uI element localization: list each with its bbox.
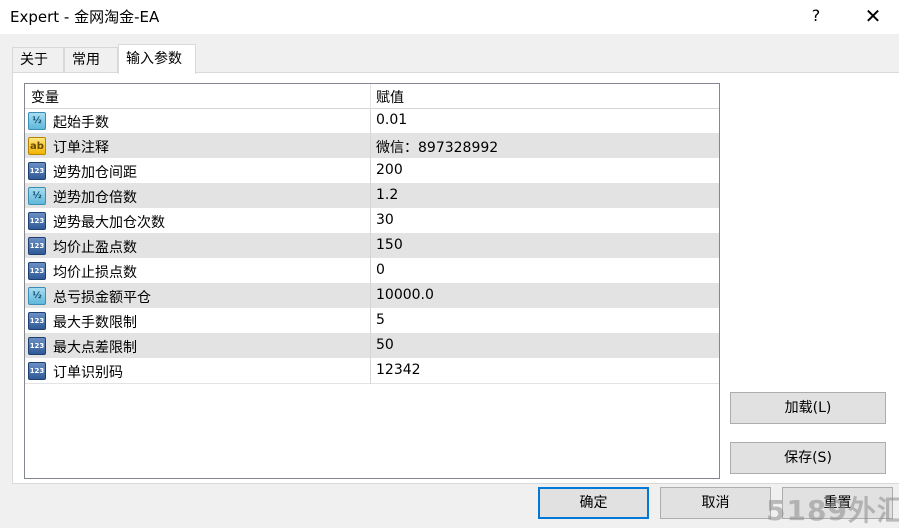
fraction-icon: ½	[28, 187, 46, 205]
parameter-value[interactable]: 10000.0	[376, 287, 434, 303]
column-divider	[370, 284, 371, 309]
tab-inputs[interactable]: 输入参数	[118, 44, 196, 74]
parameter-value[interactable]: 微信：897328992	[376, 137, 498, 157]
table-row[interactable]: ½ 总亏损金额平仓 10000.0	[25, 284, 719, 309]
column-divider	[370, 234, 371, 259]
window-title: Expert - 金网淘金-EA	[10, 8, 160, 26]
parameter-name: 订单识别码	[53, 365, 123, 381]
integer-icon: 123	[28, 337, 46, 355]
table-row[interactable]: ½ 逆势加仓倍数 1.2	[25, 184, 719, 209]
column-divider	[370, 359, 371, 384]
parameter-name: 最大手数限制	[53, 315, 137, 331]
column-divider	[370, 134, 371, 159]
column-divider	[370, 109, 371, 134]
column-divider	[370, 209, 371, 234]
table-row[interactable]: 123 均价止损点数 0	[25, 259, 719, 284]
integer-icon: 123	[28, 212, 46, 230]
tab-common[interactable]: 常用	[64, 47, 118, 73]
parameter-name: 均价止盈点数	[53, 240, 137, 256]
fraction-icon: ½	[28, 287, 46, 305]
column-divider	[370, 159, 371, 184]
parameter-value[interactable]: 1.2	[376, 187, 398, 203]
parameter-name: 起始手数	[53, 115, 109, 131]
parameter-value[interactable]: 50	[376, 337, 394, 353]
title-bar: Expert - 金网淘金-EA ? ✕	[0, 0, 899, 34]
parameter-name: 逆势最大加仓次数	[53, 215, 165, 231]
integer-icon: 123	[28, 162, 46, 180]
help-button[interactable]: ?	[794, 0, 838, 32]
load-button[interactable]: 加载(L)	[730, 392, 886, 424]
watermark-logo: 5189外汇网	[766, 494, 899, 527]
column-divider	[370, 309, 371, 334]
parameter-value[interactable]: 0	[376, 262, 385, 278]
parameter-name: 订单注释	[53, 140, 109, 156]
grid-header: 变量 赋值	[25, 84, 719, 109]
parameter-value[interactable]: 200	[376, 162, 403, 178]
table-row[interactable]: 123 逆势最大加仓次数 30	[25, 209, 719, 234]
ok-button[interactable]: 确定	[538, 487, 649, 519]
table-row[interactable]: 123 均价止盈点数 150	[25, 234, 719, 259]
save-button[interactable]: 保存(S)	[730, 442, 886, 474]
table-row[interactable]: 123 订单识别码 12342	[25, 359, 719, 384]
parameter-value[interactable]: 0.01	[376, 112, 407, 128]
table-row[interactable]: 123 最大手数限制 5	[25, 309, 719, 334]
parameter-value[interactable]: 150	[376, 237, 403, 253]
column-header-value[interactable]: 赋值	[376, 87, 404, 107]
dialog-client-area: 关于 常用 输入参数 变量 赋值 ½ 起始手数 0.01 ab 订单注释 微信：89732…	[0, 34, 899, 528]
parameter-value[interactable]: 30	[376, 212, 394, 228]
table-row[interactable]: 123 逆势加仓间距 200	[25, 159, 719, 184]
parameter-value[interactable]: 12342	[376, 362, 421, 378]
parameters-grid[interactable]: 变量 赋值 ½ 起始手数 0.01 ab 订单注释 微信：897328992 123 逆势加仓…	[24, 83, 720, 479]
column-divider	[370, 259, 371, 284]
fraction-icon: ½	[28, 112, 46, 130]
integer-icon: 123	[28, 237, 46, 255]
parameter-name: 最大点差限制	[53, 340, 137, 356]
column-divider[interactable]	[370, 84, 371, 109]
column-header-variable[interactable]: 变量	[31, 87, 59, 107]
parameter-value[interactable]: 5	[376, 312, 385, 328]
cancel-button[interactable]: 取消	[660, 487, 771, 519]
integer-icon: 123	[28, 362, 46, 380]
close-button[interactable]: ✕	[851, 0, 895, 32]
table-row[interactable]: ab 订单注释 微信：897328992	[25, 134, 719, 159]
table-row[interactable]: 123 最大点差限制 50	[25, 334, 719, 359]
integer-icon: 123	[28, 262, 46, 280]
integer-icon: 123	[28, 312, 46, 330]
parameter-name: 逆势加仓倍数	[53, 190, 137, 206]
table-row[interactable]: ½ 起始手数 0.01	[25, 109, 719, 134]
column-divider	[370, 184, 371, 209]
parameter-name: 均价止损点数	[53, 265, 137, 281]
tab-about[interactable]: 关于	[12, 47, 64, 73]
parameter-name: 总亏损金额平仓	[53, 290, 151, 306]
parameter-name: 逆势加仓间距	[53, 165, 137, 181]
string-icon: ab	[28, 137, 46, 155]
column-divider	[370, 334, 371, 359]
